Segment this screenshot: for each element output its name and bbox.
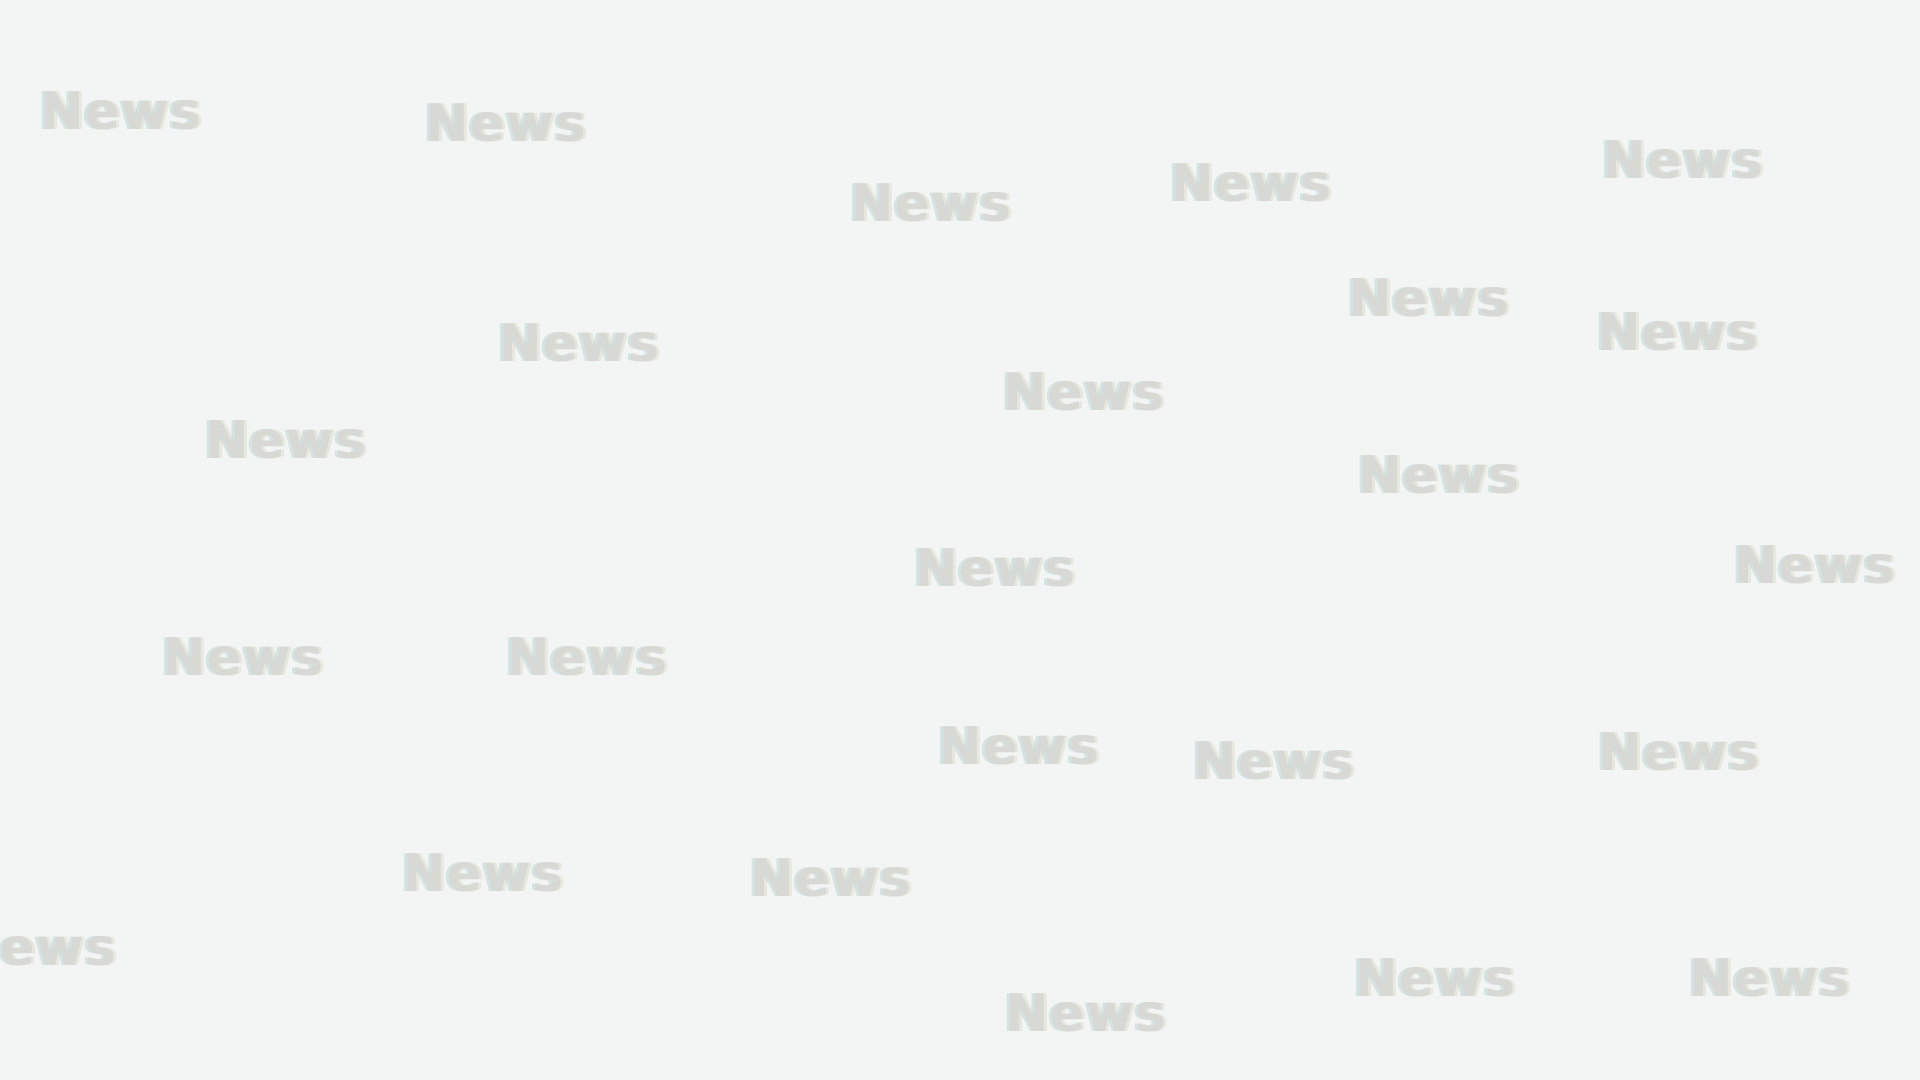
news-watermark: News — [162, 628, 324, 688]
news-watermark: News — [205, 411, 367, 471]
news-watermark: News — [850, 174, 1012, 234]
news-watermark: News — [1734, 536, 1896, 596]
news-watermark: News — [40, 82, 202, 142]
news-watermark: News — [506, 628, 668, 688]
news-watermark: News — [1597, 303, 1759, 363]
news-watermark: News — [1354, 949, 1516, 1009]
news-watermark: News — [1598, 723, 1760, 783]
news-watermark: News — [1170, 154, 1332, 214]
news-watermark: News — [1689, 949, 1851, 1009]
news-watermark: News — [938, 717, 1100, 777]
news-watermark: News — [402, 844, 564, 904]
news-watermark: News — [425, 94, 587, 154]
news-watermark: News — [1602, 131, 1764, 191]
news-watermark: News — [914, 539, 1076, 599]
news-watermark: News — [0, 918, 117, 978]
news-watermark: News — [1358, 446, 1520, 506]
news-pattern-background: News News News News News News News News … — [0, 0, 1920, 1080]
news-watermark: News — [1003, 363, 1165, 423]
news-watermark: News — [1348, 269, 1510, 329]
news-watermark: News — [1005, 984, 1167, 1044]
news-watermark: News — [498, 314, 660, 374]
news-watermark: News — [1193, 732, 1355, 792]
news-watermark: News — [750, 849, 912, 909]
